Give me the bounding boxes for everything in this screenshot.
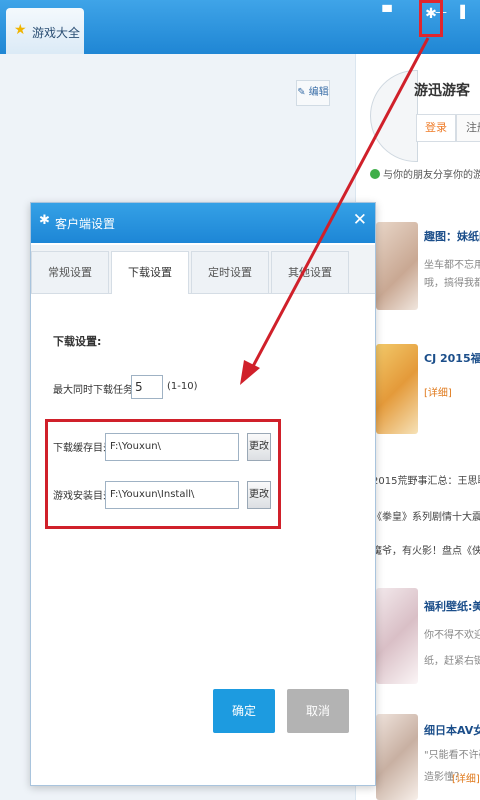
section-label: 下载设置: (53, 335, 102, 348)
cache-dir-input[interactable]: F:\Youxun\ (105, 433, 239, 461)
settings-gear-highlight[interactable]: ✱ (419, 0, 443, 37)
share-icon (370, 169, 380, 179)
edit-label: 编辑 (308, 87, 329, 98)
settings-dialog: ✱ 客户端设置 ✕ 常规设置 下载设置 定时设置 其他设置 下载设置: 最大同时… (30, 202, 376, 786)
news-line[interactable]: 《拳皇》系列剧情十大震撼BO (372, 508, 480, 523)
tab-general[interactable]: 常规设置 (31, 251, 109, 293)
news-title[interactable]: 细日本AV女优露 (424, 722, 480, 738)
app-tab[interactable]: ★ 游戏大全 (6, 8, 84, 54)
star-icon: ★ (14, 22, 27, 38)
news-thumbnail[interactable] (376, 222, 418, 310)
news-snippet: 哦，搞得我都不… (424, 278, 480, 289)
ok-button[interactable]: 确定 (213, 689, 275, 733)
max-tasks-range: (1-10) (167, 381, 198, 392)
tab-download[interactable]: 下载设置 (111, 251, 189, 294)
close-icon[interactable]: ✕ (353, 210, 367, 230)
avatar[interactable] (370, 70, 418, 162)
app-tab-title: 游戏大全 (32, 26, 81, 40)
news-snippet: "只能看不许碰" (424, 750, 480, 761)
news-snippet: 你不得不欢迎的那 (424, 630, 480, 641)
gear-icon[interactable]: ✱ (422, 3, 440, 25)
tab-other[interactable]: 其他设置 (271, 251, 349, 293)
install-dir-input[interactable]: F:\Youxun\Install\ (105, 481, 239, 509)
news-thumbnail[interactable] (376, 588, 418, 684)
news-line[interactable]: 魔爷，有火影！盘点《侠客风云传 (372, 542, 480, 557)
max-tasks-input[interactable]: 5 (131, 375, 163, 399)
username: 游迅游客 (414, 83, 470, 99)
tab-schedule[interactable]: 定时设置 (191, 251, 269, 293)
dialog-title: 客户端设置 (55, 217, 116, 231)
news-title[interactable]: 福利壁纸:美女床上 (424, 598, 480, 614)
share-text: 与你的朋友分享你的游戏人生 (383, 170, 480, 181)
cancel-button[interactable]: 取消 (287, 689, 349, 733)
news-title[interactable]: 趣图：妹纸的耐不 (424, 228, 480, 244)
edit-button[interactable]: ✎ 编辑 (296, 80, 330, 106)
news-title[interactable]: CJ 2015福利动态 (424, 350, 480, 366)
detail-link[interactable]: [详细] (424, 384, 452, 399)
dialog-header: ✱ 客户端设置 ✕ (31, 203, 375, 243)
news-snippet: 纸，赶紧右键保存 (424, 656, 480, 667)
feedback-icon[interactable]: ▀ (378, 5, 396, 19)
install-dir-change-button[interactable]: 更改 (247, 481, 271, 509)
close-window-icon[interactable]: ▌ (456, 5, 474, 19)
gear-icon: ✱ (39, 213, 50, 228)
dialog-tabs: 常规设置 下载设置 定时设置 其他设置 (31, 245, 375, 294)
detail-link[interactable]: [详细] (452, 770, 480, 785)
cache-dir-change-button[interactable]: 更改 (247, 433, 271, 461)
login-button[interactable]: 登录 (416, 114, 456, 142)
share-link[interactable]: 与你的朋友分享你的游戏人生 (370, 166, 480, 181)
news-thumbnail[interactable] (376, 344, 418, 434)
register-button[interactable]: 注册 (456, 114, 480, 142)
news-snippet: 坐车都不忘用手… (424, 260, 480, 271)
news-line[interactable]: 2015荒野事汇总：王思聪入场被 (372, 472, 480, 487)
top-bar: ★ 游戏大全 ▀ — ▌ (0, 0, 480, 54)
news-thumbnail[interactable] (376, 714, 418, 800)
